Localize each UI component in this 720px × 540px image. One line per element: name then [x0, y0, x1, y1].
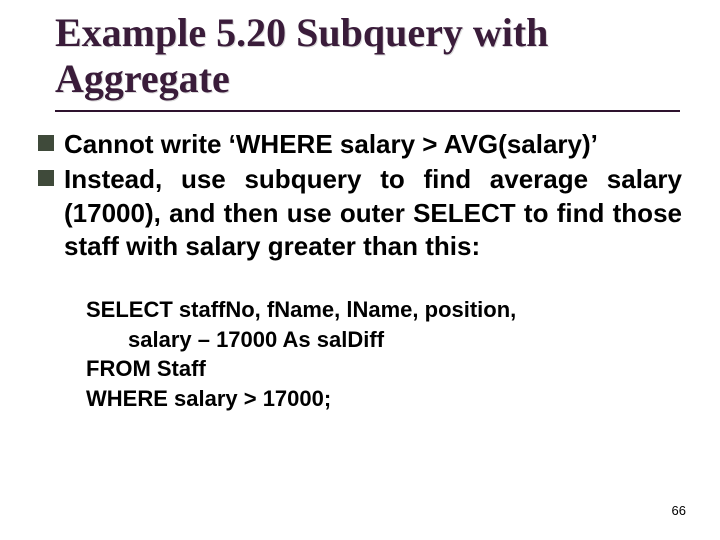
sql-code-block: SELECT staffNo, fName, lName, position, … [86, 295, 682, 414]
title-underline [55, 110, 680, 112]
page-number: 66 [672, 503, 686, 518]
square-bullet-icon [38, 135, 54, 151]
slide-title: Example 5.20 Subquery with Aggregate [55, 10, 680, 108]
code-line: salary – 17000 As salDiff [86, 325, 682, 355]
bullet-text: Instead, use subquery to find average sa… [64, 163, 682, 263]
bullet-item: Cannot write ‘WHERE salary > AVG(salary)… [38, 128, 682, 161]
code-line: WHERE salary > 17000; [86, 384, 682, 414]
bullet-item: Instead, use subquery to find average sa… [38, 163, 682, 263]
square-bullet-icon [38, 170, 54, 186]
bullet-text: Cannot write ‘WHERE salary > AVG(salary)… [64, 128, 682, 161]
code-line: SELECT staffNo, fName, lName, position, [86, 295, 682, 325]
slide: Example 5.20 Subquery with Aggregate Can… [0, 0, 720, 540]
title-area: Example 5.20 Subquery with Aggregate [55, 10, 680, 112]
body-area: Cannot write ‘WHERE salary > AVG(salary)… [38, 128, 682, 414]
code-line: FROM Staff [86, 354, 682, 384]
